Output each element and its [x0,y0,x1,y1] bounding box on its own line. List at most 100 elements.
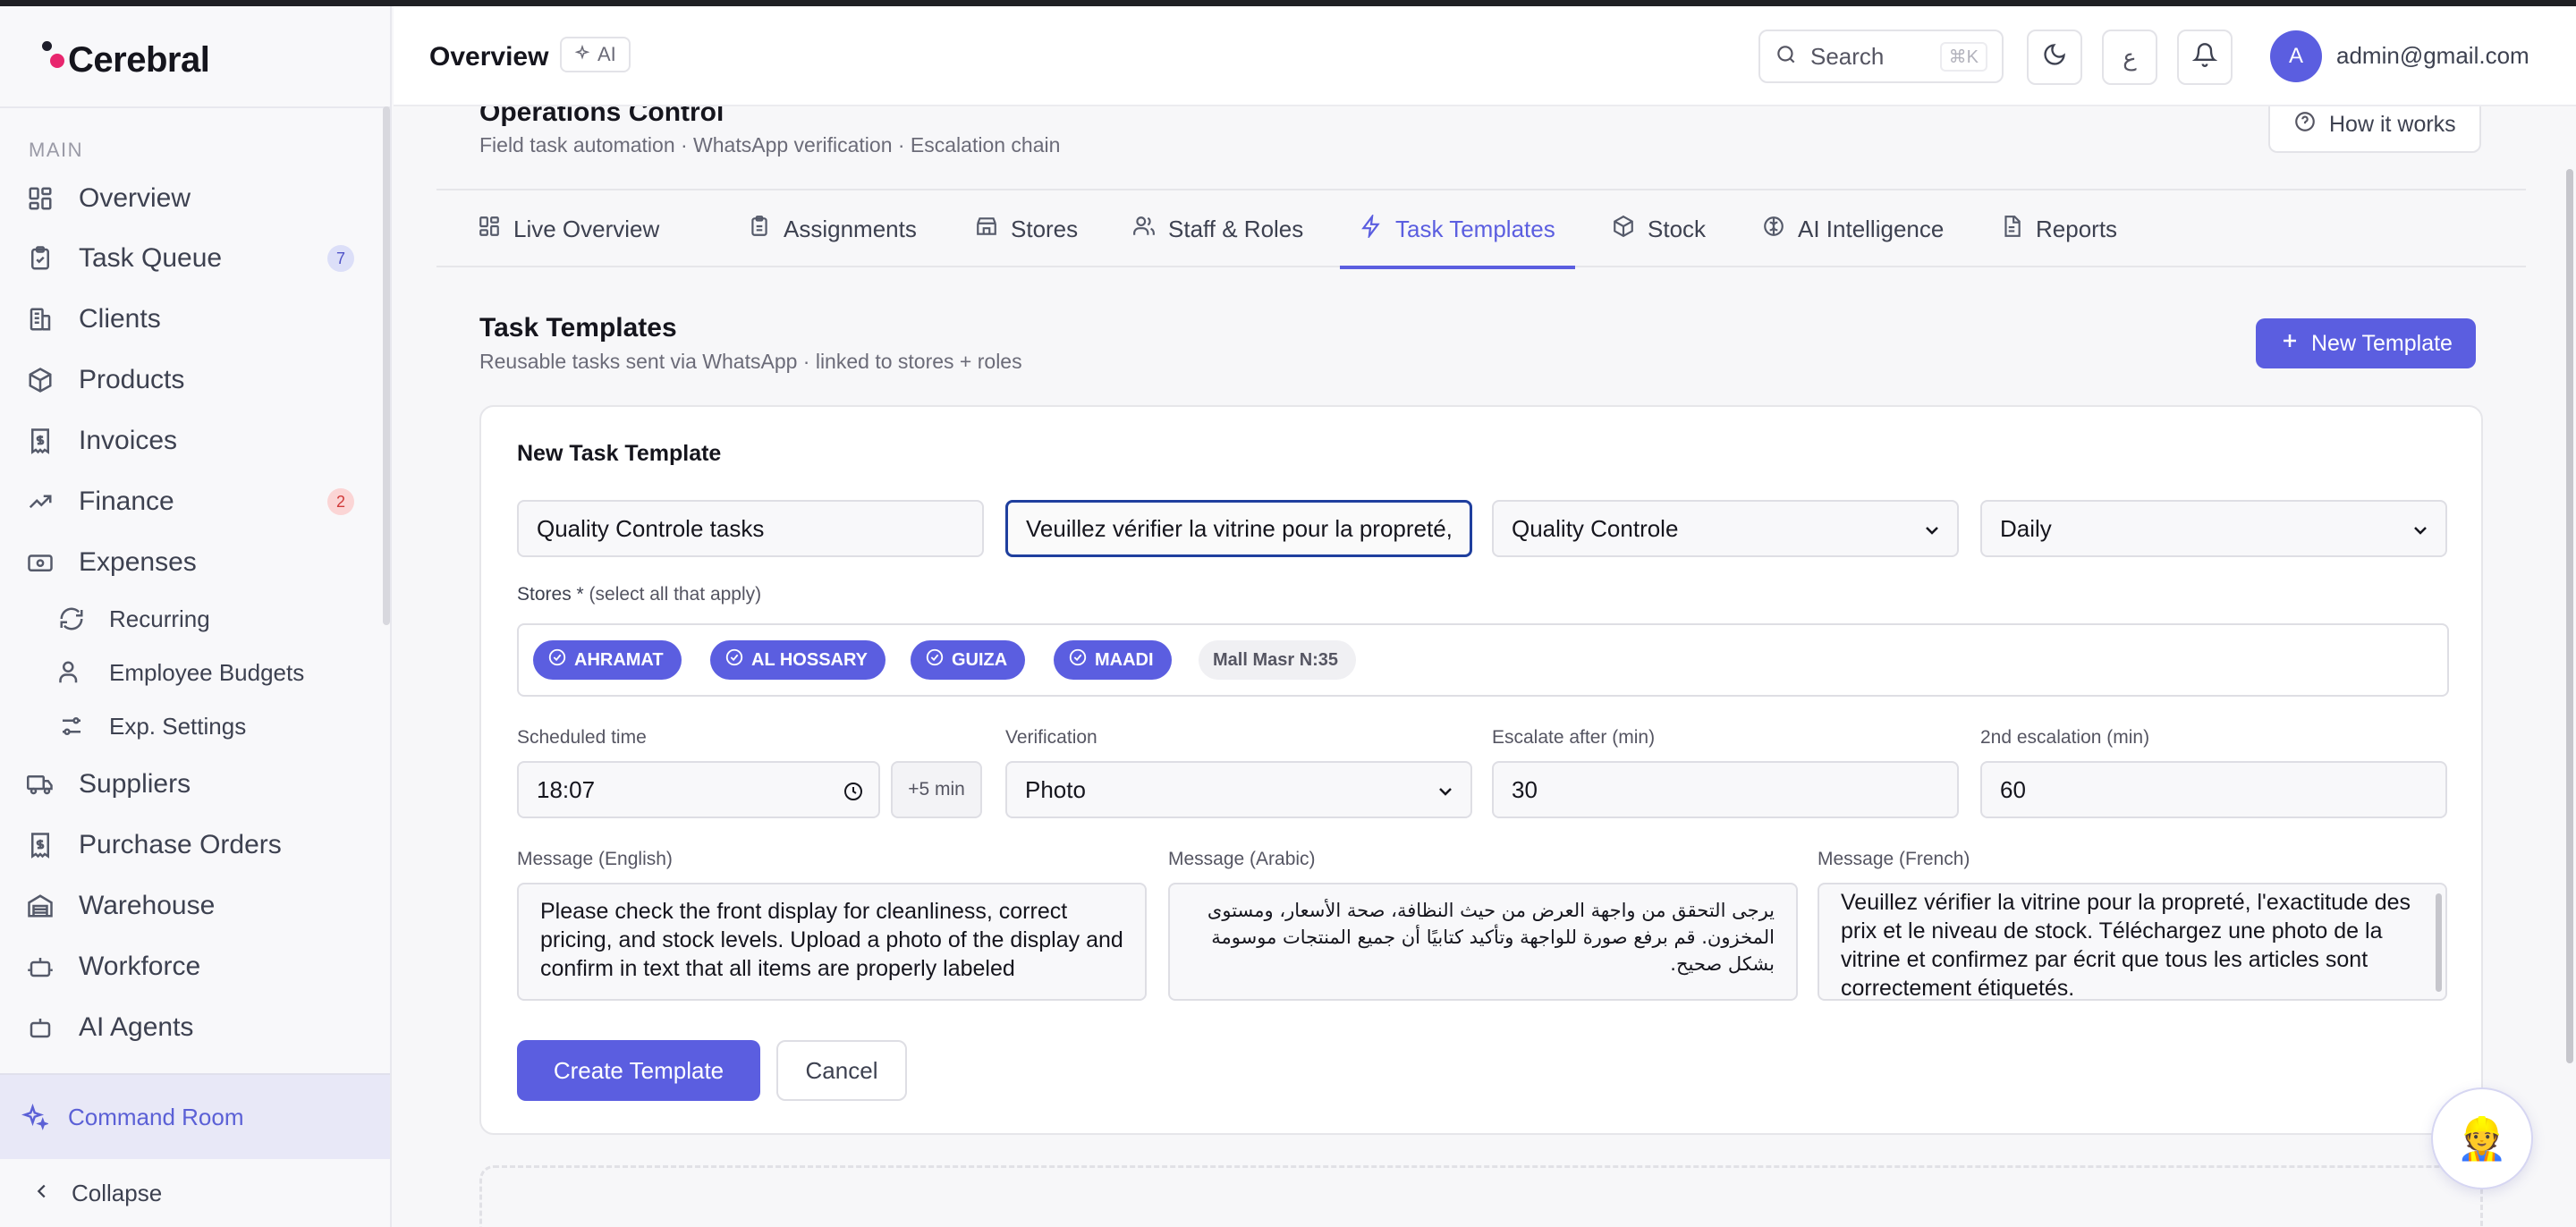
scheduled-time-input[interactable]: 18:07 [517,761,880,818]
sidebar-item-clients[interactable]: Clients [25,292,365,346]
top-header: Overview AI Search ⌘K ع A admin@gmail.co… [394,6,2576,106]
escalate-input[interactable]: 30 [1492,761,1959,818]
sidebar-item-expenses[interactable]: Expenses [25,536,365,589]
search-shortcut: ⌘K [1939,41,1987,72]
store-chip-maadi[interactable]: MAADI [1054,640,1172,680]
tab-stores[interactable]: Stores [973,190,1080,267]
tab-stock[interactable]: Stock [1610,190,1707,267]
bolt-icon [1360,212,1383,244]
box-icon [25,365,55,395]
role-select[interactable]: Quality Controle [1492,500,1959,557]
store-chip-guiza[interactable]: GUIZA [911,640,1026,680]
assistant-fab-button[interactable]: 👷 [2431,1087,2533,1189]
create-template-button[interactable]: Create Template [517,1040,760,1101]
main-scrollbar-thumb[interactable] [2566,169,2573,1063]
user-email[interactable]: admin@gmail.com [2336,42,2529,70]
sidebar-item-finance[interactable]: Finance 2 [25,475,365,529]
sidebar-item-label: Warehouse [79,891,216,920]
tab-label: Staff & Roles [1168,215,1304,242]
sidebar-item-warehouse[interactable]: Warehouse [25,879,365,933]
sidebar-subitem-label: Exp. Settings [109,712,247,740]
sidebar-item-label: Purchase Orders [79,830,282,859]
check-circle-icon [724,647,744,673]
tab-staff-roles[interactable]: Staff & Roles [1131,190,1305,267]
verification-select[interactable]: Photo [1005,761,1472,818]
store-chip-label: GUIZA [952,649,1008,670]
sidebar-item-label: Task Queue [79,243,223,273]
store-chip-label: MAADI [1095,649,1154,670]
verification-label: Verification [1005,727,1097,748]
textarea-scrollbar[interactable] [2436,893,2442,992]
window-top-strip [0,0,2576,6]
new-template-button[interactable]: New Template [2256,318,2476,368]
message-fr-textarea[interactable]: Veuillez vérifier la vitrine pour la pro… [1818,883,2447,1001]
sidebar-subitem-employee-budgets[interactable]: Employee Budgets [57,650,361,695]
stores-label: Stores * (select all that apply) [517,584,761,605]
grid-icon [478,215,501,244]
tab-ai-intelligence[interactable]: AI Intelligence [1760,190,1945,267]
store-chip-mall-masr[interactable]: Mall Masr N:35 [1199,640,1357,680]
second-escalation-input[interactable]: 60 [1980,761,2447,818]
language-toggle-button[interactable]: ع [2102,30,2157,85]
sidebar-item-label: Expenses [79,547,197,577]
chevron-left-icon [32,1181,52,1206]
tab-task-templates[interactable]: Task Templates [1340,190,1575,269]
main-content: Operations Control Field task automation… [394,106,2576,1227]
users-icon [1132,215,1156,244]
sidebar-subitem-exp-settings[interactable]: Exp. Settings [57,704,361,749]
message-en-textarea[interactable]: Please check the front display for clean… [517,883,1147,1001]
short-message-input[interactable]: Veuillez vérifier la vitrine pour la pro… [1005,500,1472,557]
theme-toggle-button[interactable] [2027,30,2082,85]
sidebar-item-overview[interactable]: Overview [25,172,365,225]
store-chip-ahramat[interactable]: AHRAMAT [533,640,682,680]
receipt-icon [25,830,55,860]
tab-live-overview[interactable]: Live Overview [476,190,661,267]
robot-icon [25,952,55,982]
search-input[interactable]: Search ⌘K [1758,30,2004,83]
how-it-works-button[interactable]: How it works [2268,106,2481,153]
sidebar-item-task-queue[interactable]: Task Queue 7 [25,232,365,285]
sidebar-item-invoices[interactable]: Invoices [25,414,365,468]
avatar[interactable]: A [2270,30,2322,82]
sidebar-item-products[interactable]: Products [25,353,365,407]
sidebar-item-workforce[interactable]: Workforce [25,940,365,994]
store-chip-al-hossary[interactable]: AL HOSSARY [710,640,886,680]
tab-label: Live Overview [513,215,660,242]
sidebar-item-label: Workforce [79,952,201,981]
tab-reports[interactable]: Reports [1998,190,2119,267]
wallet-icon [25,547,55,578]
command-room-button[interactable]: Command Room [0,1073,390,1159]
check-circle-icon [1068,647,1088,673]
sidebar-item-ai-agents[interactable]: AI Agents [25,1001,365,1054]
notifications-button[interactable] [2177,30,2233,85]
sidebar-item-label: Finance [79,487,174,516]
cancel-button[interactable]: Cancel [776,1040,907,1101]
task-count-badge: 7 [327,245,354,272]
add-five-minutes-button[interactable]: +5 min [891,761,982,818]
ai-badge[interactable]: AI [560,37,631,72]
logo-mark-icon [38,38,66,82]
sidebar: Cerebral MAIN Overview Task Queue 7 Clie… [0,6,392,1227]
sidebar-subitem-recurring[interactable]: Recurring [57,597,361,641]
sidebar-item-label: AI Agents [79,1012,194,1042]
clipboard-icon [25,243,55,274]
brand-logo[interactable]: Cerebral [38,33,210,87]
template-name-input[interactable]: Quality Controle tasks [517,500,984,557]
sidebar-scrollbar[interactable] [383,106,390,625]
new-template-label: New Template [2311,330,2453,356]
collapse-sidebar-button[interactable]: Collapse [32,1180,162,1207]
tab-assignments[interactable]: Assignments [746,190,919,267]
clock-icon[interactable] [843,781,864,808]
tab-label: Stock [1648,215,1707,242]
sidebar-item-label: Clients [79,304,161,334]
message-ar-textarea[interactable]: يرجى التحقق من واجهة العرض من حيث النظاف… [1168,883,1798,1001]
sidebar-item-suppliers[interactable]: Suppliers [25,757,365,811]
tab-bar: Live Overview Assignments Stores Staff &… [436,190,2526,269]
main-scrollbar[interactable] [2563,169,2576,1153]
frequency-select[interactable]: Daily [1980,500,2447,557]
store-icon [975,215,998,244]
sidebar-item-purchase-orders[interactable]: Purchase Orders [25,818,365,872]
bot-icon [25,1012,55,1043]
collapse-label: Collapse [72,1180,163,1206]
sidebar-item-label: Products [79,365,185,394]
